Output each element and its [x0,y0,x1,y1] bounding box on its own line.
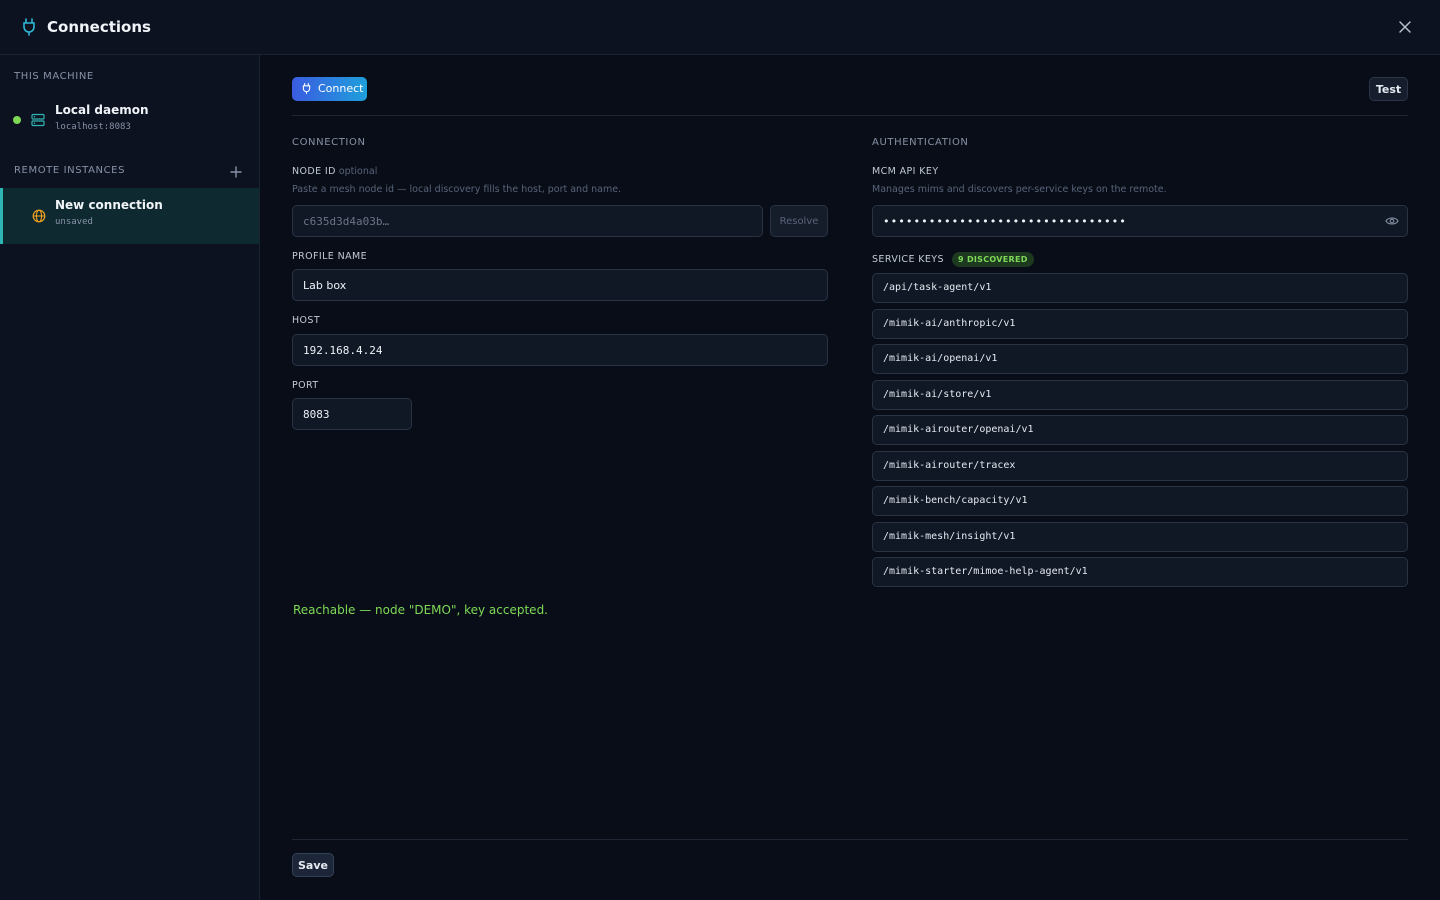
divider [292,115,1408,116]
port-label: PORT [292,380,319,391]
discovered-badge: 9 DISCOVERED [952,252,1034,267]
sidebar-item-new-connection[interactable]: New connection unsaved [0,188,259,244]
sidebar-item-name: New connection [55,198,163,212]
host-label: HOST [292,315,321,326]
host-input[interactable]: 192.168.4.24 [292,334,828,366]
globe-icon [32,209,46,223]
connect-button-label: Connect [318,82,364,95]
port-input[interactable]: 8083 [292,398,412,430]
service-key-row[interactable]: /api/task-agent/v1 [872,273,1408,303]
optional-tag: optional [338,166,378,177]
service-key-row[interactable]: /mimik-airouter/openai/v1 [872,415,1408,445]
status-online-icon [13,116,21,124]
plus-icon[interactable] [229,165,243,179]
test-button[interactable]: Test [1369,77,1408,101]
sidebar-item-status: unsaved [55,217,93,227]
divider [292,839,1408,840]
service-key-row[interactable]: /mimik-ai/anthropic/v1 [872,308,1408,339]
sidebar: THIS MACHINE Local daemon localhost:8083… [0,55,260,900]
profile-name-input[interactable]: Lab box [292,269,828,301]
sidebar-item-local-daemon[interactable]: Local daemon localhost:8083 [0,93,259,149]
remote-instances-heading: REMOTE INSTANCES [14,165,126,176]
server-icon [31,113,45,127]
service-key-row[interactable]: /mimik-starter/mimoe-help-agent/v1 [872,557,1408,587]
service-key-row[interactable]: /mimik-bench/capacity/v1 [872,486,1408,516]
window-header: Connections [0,0,1440,55]
node-id-label-text: NODE ID [292,166,336,177]
node-id-label: NODE ID optional [292,166,377,177]
close-icon[interactable] [1397,19,1413,35]
service-key-row[interactable]: /mimik-mesh/insight/v1 [872,521,1408,552]
connection-status-message: Reachable — node "DEMO", key accepted. [293,603,548,617]
authentication-heading: AUTHENTICATION [872,137,969,148]
node-id-input[interactable]: c635d3d4a03b… [292,205,763,237]
main-panel: Connect Test CONNECTION NODE ID optional … [260,55,1440,900]
node-id-hint: Paste a mesh node id — local discovery f… [292,184,622,195]
service-key-row[interactable]: /mimik-airouter/tracex [872,450,1408,481]
resolve-button[interactable]: Resolve [770,205,828,237]
service-key-row[interactable]: /mimik-ai/openai/v1 [872,344,1408,374]
eye-icon[interactable] [1385,215,1399,227]
sidebar-item-name: Local daemon [55,103,149,117]
connection-heading: CONNECTION [292,137,366,148]
save-button[interactable]: Save [292,853,334,877]
mcm-api-key-input[interactable]: •••••••••••••••••••••••••••••••• [872,205,1408,237]
profile-name-label: PROFILE NAME [292,251,367,262]
this-machine-heading: THIS MACHINE [14,71,94,82]
plug-icon [302,83,311,94]
service-keys-label: SERVICE KEYS [872,254,944,265]
service-key-row[interactable]: /mimik-ai/store/v1 [872,379,1408,410]
mcm-api-key-hint: Manages mims and discovers per-service k… [872,184,1167,195]
sidebar-item-address: localhost:8083 [55,122,131,132]
plug-icon [23,18,35,36]
mcm-api-key-label: MCM API KEY [872,166,939,177]
connect-button[interactable]: Connect [292,77,367,101]
window-title: Connections [47,18,151,36]
